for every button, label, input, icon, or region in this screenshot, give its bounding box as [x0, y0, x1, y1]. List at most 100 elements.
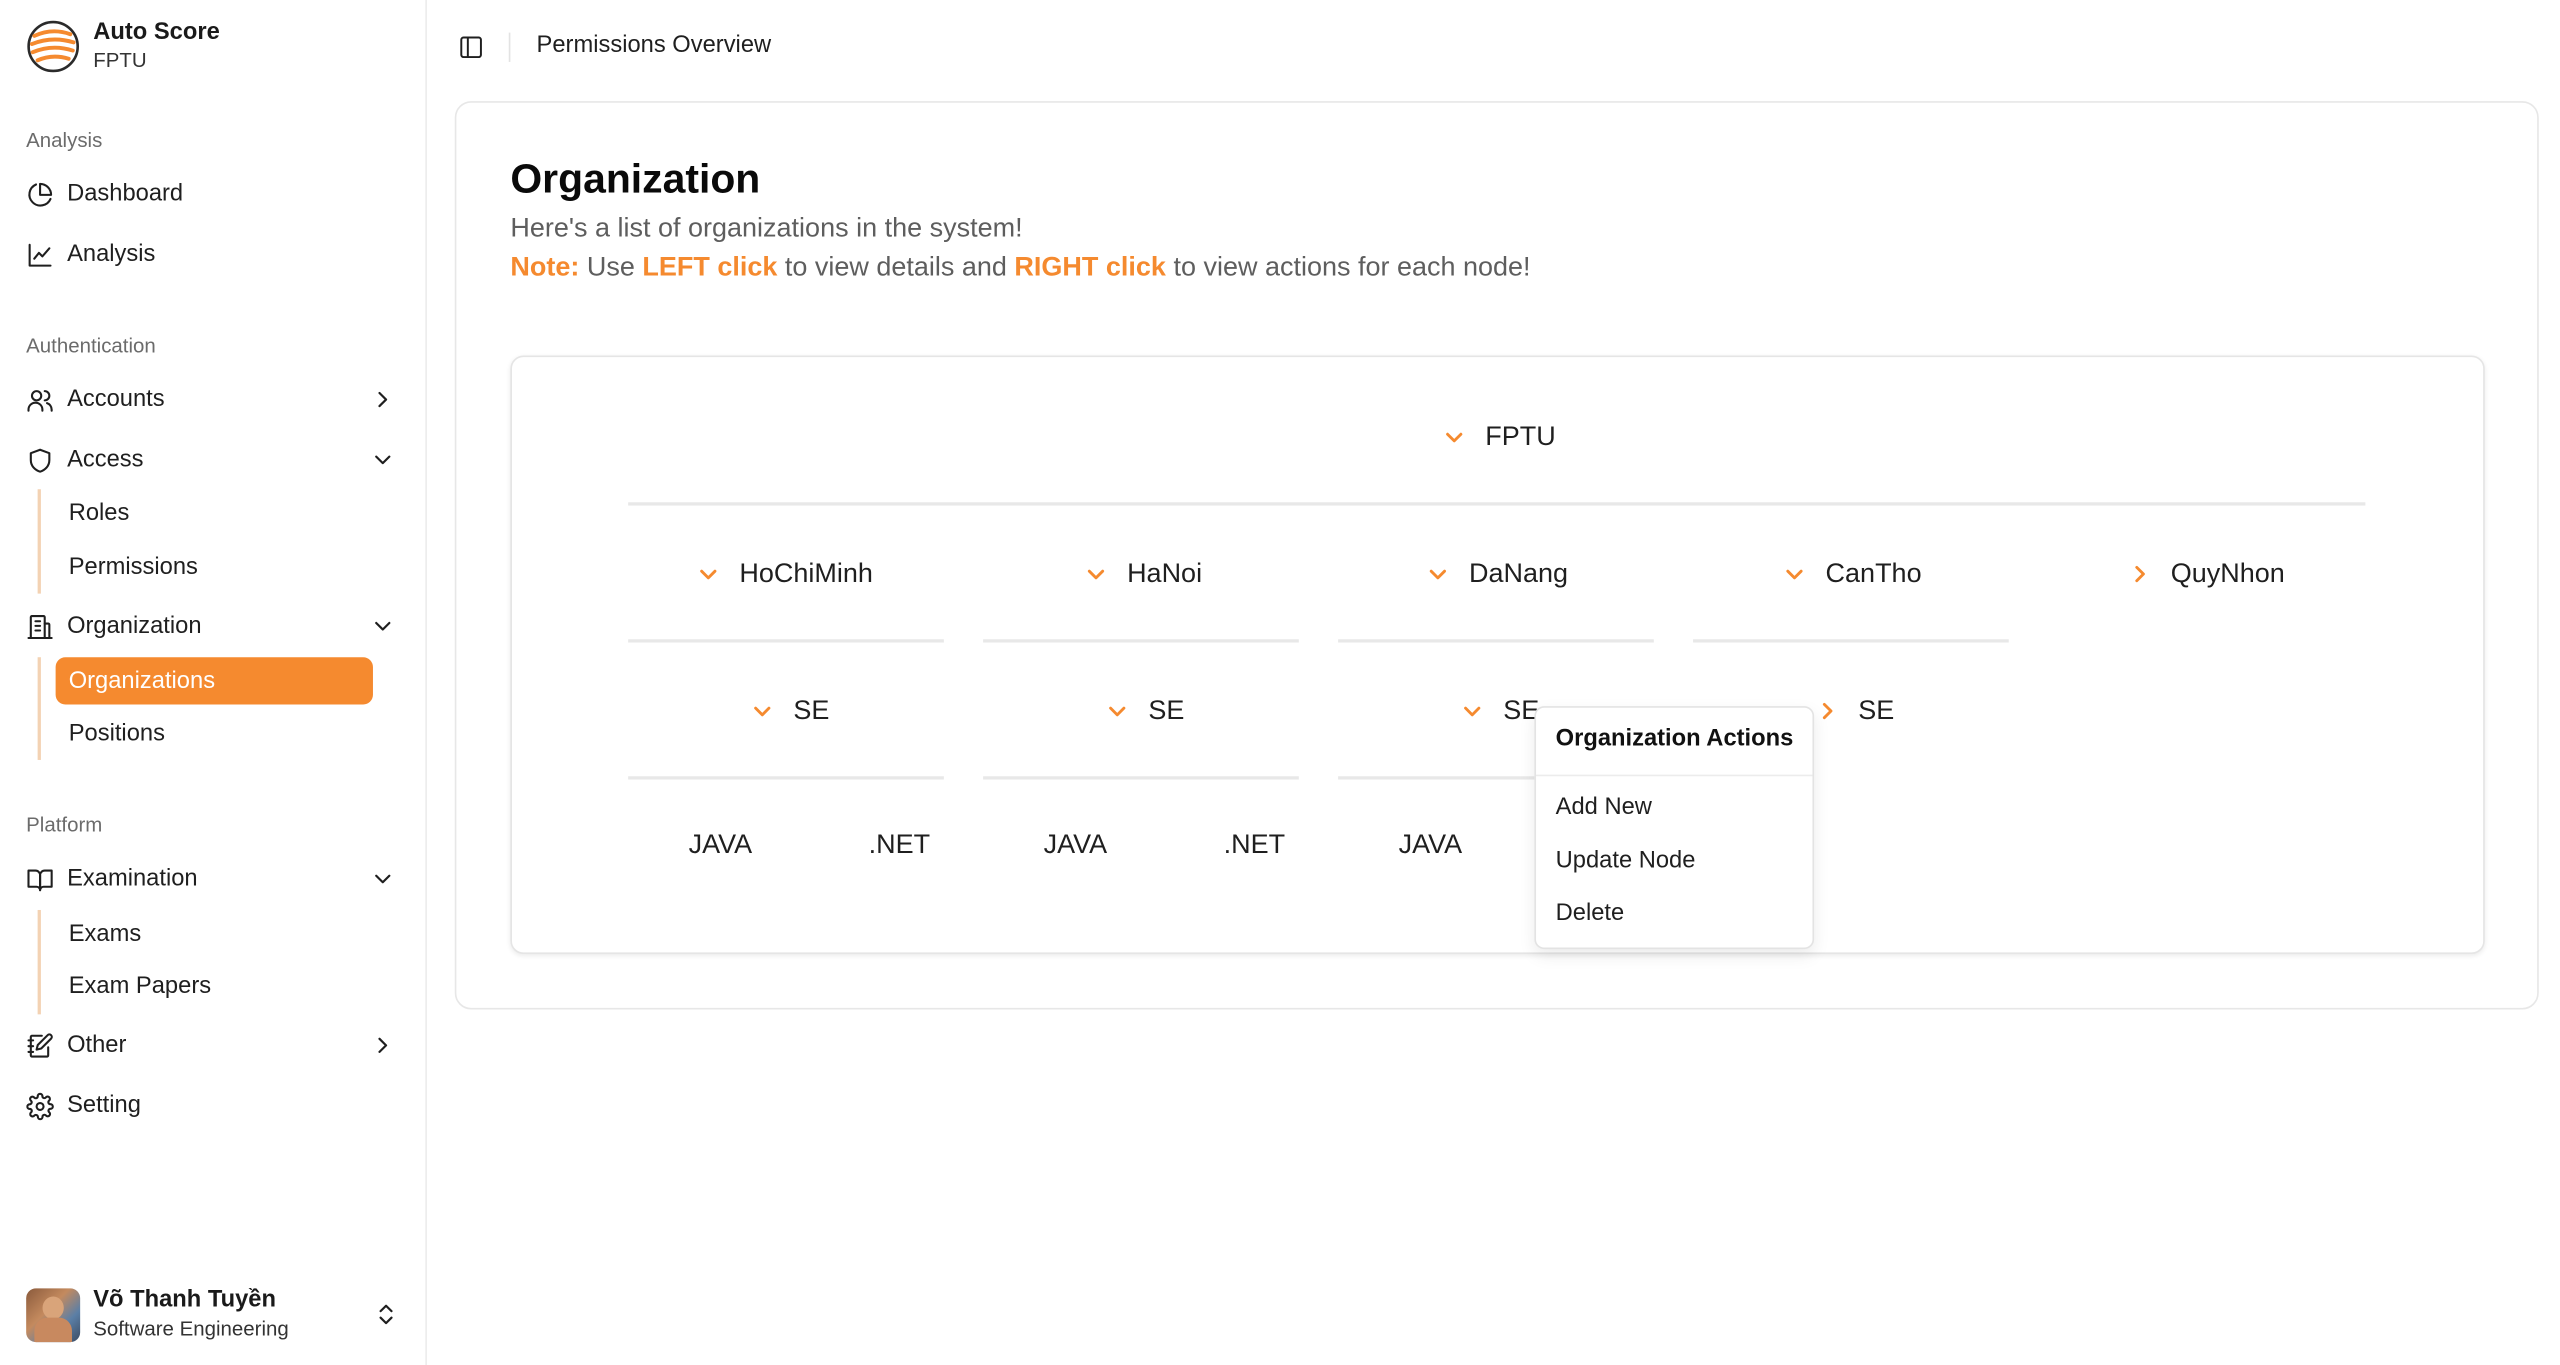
tree-node-label: QuyNhon — [2170, 558, 2285, 588]
sidebar-item-exam-papers[interactable]: Exam Papers — [56, 962, 373, 1009]
shield-icon — [29, 447, 51, 472]
tree-connector — [1338, 639, 1654, 643]
tree-node-leaf[interactable]: JAVA — [689, 830, 753, 861]
gear-icon — [26, 1091, 54, 1120]
sidebar-item-label: Accounts — [67, 386, 165, 413]
pie-chart-icon — [28, 182, 53, 206]
tree-node-campus[interactable]: CanTho — [1783, 556, 1922, 592]
note-label: Note: — [510, 252, 580, 283]
tree-node-campus[interactable]: QuyNhon — [2128, 556, 2285, 592]
tree-node-label: FPTU — [1485, 421, 1556, 451]
tree-node-leaf[interactable]: JAVA — [1399, 830, 1463, 861]
sidebar-item-label: Analysis — [67, 241, 156, 268]
user-menu[interactable]: Võ Thanh Tuyền Software Engineering — [26, 1287, 402, 1346]
sidebar-item-accounts[interactable]: Accounts — [26, 375, 402, 424]
avatar — [26, 1288, 81, 1343]
chevron-down-icon — [375, 621, 391, 631]
tree-node-department[interactable]: SE — [1106, 693, 1185, 729]
chevron-down-icon — [1109, 706, 1126, 717]
tree-node-leaf[interactable]: .NET — [869, 830, 930, 861]
page-note: Note: Use LEFT click to view details and… — [510, 253, 1530, 284]
chevron-right-icon — [378, 1037, 388, 1053]
submenu-line — [37, 489, 41, 594]
tree-node-campus[interactable]: DaNang — [1426, 556, 1568, 592]
tree-connector — [628, 502, 2366, 506]
topbar-divider — [508, 32, 511, 62]
tree-node-campus[interactable]: HoChiMinh — [697, 556, 873, 592]
sidebar-item-dashboard[interactable]: Dashboard — [26, 170, 402, 219]
sidebar-item-organization[interactable]: Organization — [26, 602, 402, 651]
note-text: Use — [579, 252, 643, 283]
tree-node-label: SE — [1858, 695, 1895, 725]
notebook-pen-icon — [27, 1032, 53, 1057]
context-menu-title: Organization Actions — [1555, 725, 1794, 752]
tree-node-label: SE — [1148, 695, 1185, 725]
tree-node-label: HaNoi — [1127, 558, 1203, 588]
tree-connector — [983, 776, 1299, 780]
tree-node-department[interactable]: SE — [1461, 693, 1539, 729]
sidebar-item-organizations[interactable]: Organizations — [55, 657, 373, 705]
tree-connector — [1338, 776, 1535, 780]
tree-node-department[interactable]: SE — [1816, 693, 1895, 729]
sidebar-toggle-icon[interactable] — [458, 34, 484, 60]
chevron-down-icon — [700, 569, 717, 580]
chevron-down-icon — [375, 874, 391, 884]
tree-connector — [1693, 639, 2009, 643]
sidebar-item-roles[interactable]: Roles — [56, 489, 373, 536]
sidebar-item-label: Dashboard — [67, 181, 184, 208]
chevron-down-icon — [1786, 569, 1803, 580]
tree-node-leaf[interactable]: .NET — [1224, 830, 1285, 861]
tree-node-label: SE — [793, 695, 830, 725]
sidebar-item-setting[interactable]: Setting — [26, 1081, 402, 1130]
submenu-line — [37, 909, 41, 1015]
users-icon — [27, 389, 53, 411]
sidebar-item-label: Access — [67, 446, 144, 473]
tree-connector — [983, 639, 1299, 643]
book-icon — [27, 868, 53, 891]
context-menu: Organization Actions Add New Update Node… — [1534, 706, 1815, 950]
page-description: Here's a list of organizations in the sy… — [510, 213, 1023, 243]
brand-subtitle: FPTU — [93, 48, 147, 72]
breadcrumb: Permissions Overview — [536, 32, 772, 59]
user-name: Võ Thanh Tuyền — [93, 1286, 276, 1313]
note-text: to view details and — [777, 252, 1015, 283]
user-role: Software Engineering — [93, 1317, 289, 1341]
sidebar-item-label: Examination — [67, 865, 198, 893]
chevron-down-icon — [1446, 432, 1463, 443]
menu-item-update-node[interactable]: Update Node — [1556, 848, 1696, 874]
submenu-line — [37, 657, 41, 760]
chevrons-up-down-icon — [379, 1304, 393, 1325]
sidebar-item-other[interactable]: Other — [26, 1021, 402, 1070]
sidebar-item-examination[interactable]: Examination — [26, 855, 402, 904]
sidebar-item-label: Organization — [67, 613, 202, 640]
menu-item-add-new[interactable]: Add New — [1556, 794, 1652, 820]
tree-node-leaf[interactable]: JAVA — [1044, 830, 1108, 861]
note-left-click: LEFT click — [642, 252, 778, 283]
sidebar-item-exams[interactable]: Exams — [56, 910, 373, 957]
sidebar-item-positions[interactable]: Positions — [56, 709, 373, 756]
sidebar-item-label: Setting — [67, 1092, 141, 1119]
sidebar-item-analysis[interactable]: Analysis — [26, 230, 402, 279]
tree-node-department[interactable]: SE — [751, 693, 830, 729]
tree-node-root[interactable]: FPTU — [1443, 419, 1556, 455]
logo-icon — [27, 20, 80, 73]
sidebar-item-permissions[interactable]: Permissions — [56, 543, 373, 590]
chevron-right-icon — [1822, 702, 1833, 720]
chevron-down-icon — [754, 706, 771, 717]
line-chart-icon — [28, 242, 52, 266]
note-right-click: RIGHT click — [1014, 252, 1166, 283]
sidebar-item-access[interactable]: Access — [26, 435, 402, 484]
tree-connector — [628, 776, 944, 780]
chevron-down-icon — [375, 455, 391, 465]
chevron-down-icon — [1464, 706, 1481, 717]
tree-node-label: DaNang — [1468, 558, 1568, 588]
tree-node-campus[interactable]: HaNoi — [1085, 556, 1203, 592]
menu-item-delete[interactable]: Delete — [1556, 900, 1625, 926]
sidebar: Auto Score FPTU Analysis Dashboard Analy… — [0, 0, 427, 1365]
chevron-down-icon — [1429, 569, 1446, 580]
sidebar-item-label: Other — [67, 1032, 127, 1059]
page-title: Organization — [510, 156, 761, 203]
chevron-down-icon — [1087, 569, 1105, 580]
tree-node-label: HoChiMinh — [739, 558, 873, 588]
tree-connector — [628, 639, 944, 643]
